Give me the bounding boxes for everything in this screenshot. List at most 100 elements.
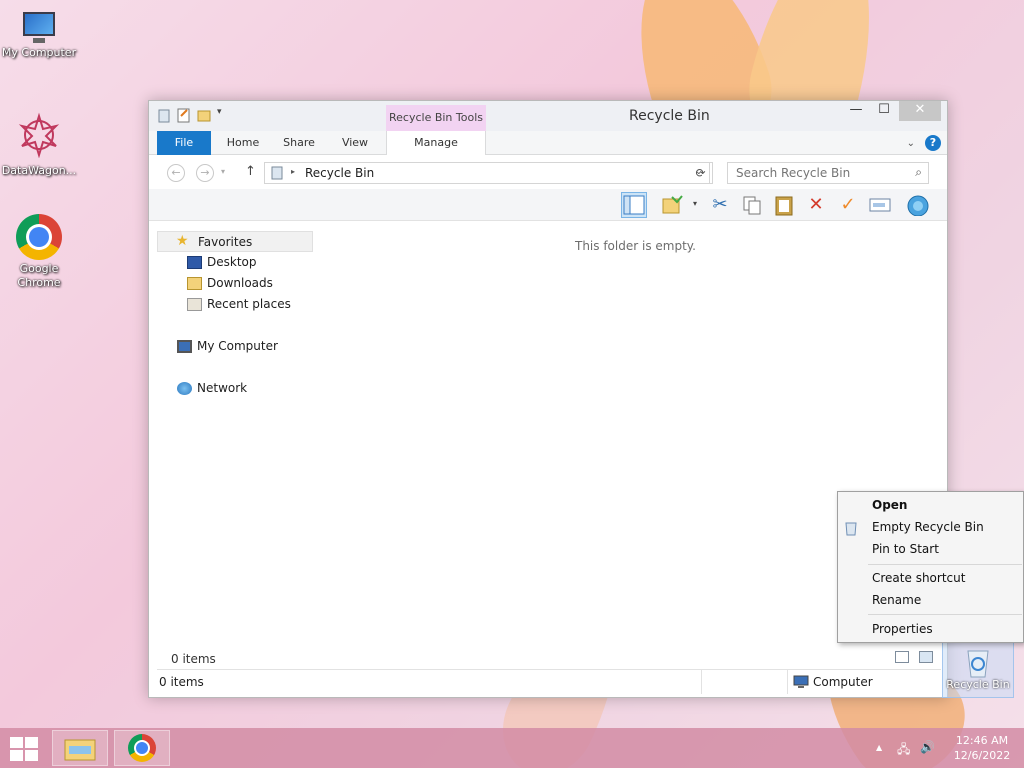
computer-icon — [177, 340, 192, 353]
title-bar[interactable]: ▾ Recycle Bin Tools Recycle Bin — ☐ ✕ — [149, 101, 947, 131]
cut-icon[interactable]: ✂ — [707, 192, 733, 218]
menu-item-properties[interactable]: Properties — [872, 622, 933, 636]
taskbar-file-explorer[interactable] — [52, 730, 108, 766]
expand-ribbon-icon[interactable]: ⌄ — [907, 138, 915, 149]
delete-icon[interactable]: ✕ — [803, 192, 829, 218]
tab-share[interactable]: Share — [275, 131, 323, 155]
back-button[interactable]: ← — [167, 164, 185, 182]
desktop-icon-label: Recycle Bin — [946, 678, 1010, 691]
chrome-icon — [128, 734, 156, 762]
context-menu: Open Empty Recycle Bin Pin to Start Crea… — [837, 491, 1024, 643]
menu-item-open[interactable]: Open — [872, 498, 907, 512]
network-tray-icon[interactable]: 🖧 — [897, 740, 910, 761]
recent-places-icon — [187, 298, 202, 311]
address-row: ← → ▾ ↑ ▸ Recycle Bin ⌄ ⟳ ⌕ — [149, 155, 947, 189]
recycle-bin-tools-group: Recycle Bin Tools — [386, 105, 486, 131]
help-icon[interactable]: ? — [925, 135, 941, 151]
computer-icon — [19, 10, 59, 44]
address-path: Recycle Bin — [305, 166, 375, 180]
desktop-icon-label: My Computer — [1, 46, 77, 59]
menu-separator — [868, 614, 1022, 615]
desktop-icon-my-computer[interactable]: My Computer — [0, 10, 78, 60]
folder-options-icon[interactable] — [659, 192, 685, 218]
start-button[interactable] — [10, 737, 38, 761]
desktop-icon-label: DataWagon... — [1, 164, 77, 177]
desktop-icon-datawagon[interactable]: DataWagon... — [0, 112, 78, 178]
volume-icon[interactable]: 🔊 — [920, 740, 935, 754]
nav-favorites[interactable]: ★ Favorites — [157, 231, 313, 252]
downloads-icon — [187, 277, 202, 290]
breadcrumb-chevron-icon: ▸ — [291, 167, 296, 176]
address-bar[interactable]: ▸ Recycle Bin ⌄ — [264, 162, 710, 184]
ribbon-tabs: File Home Share View Manage ⌄ ? — [149, 131, 947, 156]
desktop-icon-recycle-bin[interactable]: Recycle Bin — [942, 640, 1014, 698]
paste-icon[interactable] — [771, 192, 797, 218]
taskbar-google-chrome[interactable] — [114, 730, 170, 766]
preview-pane-icon[interactable] — [621, 192, 647, 218]
tab-manage[interactable]: Manage — [386, 131, 486, 156]
command-toolbar: ▾ ✂ ✕ ✓ — [149, 189, 947, 221]
datawagon-icon — [18, 112, 60, 159]
nav-desktop[interactable]: Desktop — [157, 252, 313, 273]
navigation-pane: ★ Favorites Desktop Downloads Recent pla… — [157, 231, 313, 399]
recent-locations-icon[interactable]: ▾ — [221, 167, 225, 176]
nav-label: Downloads — [207, 276, 273, 290]
quick-access-toolbar: ▾ — [157, 107, 231, 123]
tab-file[interactable]: File — [157, 131, 211, 155]
maximize-button[interactable]: ☐ — [871, 101, 897, 121]
status-item-count: 0 items — [159, 675, 204, 689]
search-box[interactable]: ⌕ — [727, 162, 929, 184]
nav-label: Recent places — [207, 297, 291, 311]
desktop-icon — [187, 256, 202, 269]
nav-label: Network — [197, 381, 248, 395]
nav-label: My Computer — [197, 339, 278, 353]
nav-label: Desktop — [207, 255, 257, 269]
system-clock[interactable]: 12:46 AM 12/6/2022 — [950, 733, 1014, 763]
status-bar: 0 items Computer — [157, 669, 941, 694]
recycle-bin-small-icon — [157, 107, 171, 123]
new-folder-icon[interactable] — [197, 107, 211, 123]
computer-icon — [793, 675, 809, 688]
window-title: Recycle Bin — [629, 108, 710, 124]
refresh-button[interactable]: ⟳ — [689, 162, 713, 184]
recycle-bin-icon — [967, 650, 989, 678]
nav-network[interactable]: Network — [157, 378, 313, 399]
star-icon: ★ — [176, 233, 189, 249]
menu-item-rename[interactable]: Rename — [872, 593, 921, 607]
menu-item-pin-to-start[interactable]: Pin to Start — [872, 542, 939, 556]
recycle-bin-small-icon — [845, 522, 857, 536]
rename-icon[interactable] — [867, 192, 893, 218]
tab-home[interactable]: Home — [219, 131, 267, 155]
empty-folder-message: This folder is empty. — [575, 239, 696, 253]
item-count: 0 items — [171, 652, 216, 666]
up-arrow-icon[interactable]: ↑ — [245, 164, 256, 179]
taskbar: ▲ 🖧 🔊 12:46 AM 12/6/2022 — [0, 728, 1024, 768]
menu-separator — [868, 564, 1022, 565]
recycle-bin-small-icon — [271, 166, 283, 180]
folder-options-dropdown-icon[interactable]: ▾ — [693, 199, 697, 208]
clock-date: 12/6/2022 — [953, 749, 1011, 762]
status-location: Computer — [813, 675, 873, 689]
desktop-icon-label: Google Chrome — [17, 262, 61, 289]
details-view-icon[interactable] — [895, 651, 909, 663]
search-input[interactable] — [728, 163, 898, 183]
menu-item-create-shortcut[interactable]: Create shortcut — [872, 571, 965, 585]
recycle-bin-properties-icon[interactable] — [905, 192, 931, 218]
nav-recent-places[interactable]: Recent places — [157, 294, 313, 315]
file-explorer-icon — [64, 739, 96, 761]
nav-my-computer[interactable]: My Computer — [157, 336, 313, 357]
properties-icon[interactable] — [177, 107, 191, 123]
copy-icon[interactable] — [739, 192, 765, 218]
menu-item-empty-recycle-bin[interactable]: Empty Recycle Bin — [872, 520, 984, 534]
forward-button[interactable]: → — [196, 164, 214, 182]
large-icons-view-icon[interactable] — [919, 651, 933, 663]
restore-icon[interactable]: ✓ — [835, 192, 861, 218]
show-hidden-icons[interactable]: ▲ — [876, 743, 882, 752]
close-button[interactable]: ✕ — [899, 101, 941, 121]
minimize-button[interactable]: — — [843, 101, 869, 121]
search-icon: ⌕ — [915, 165, 922, 179]
tab-view[interactable]: View — [331, 131, 379, 155]
nav-downloads[interactable]: Downloads — [157, 273, 313, 294]
customize-qat-icon[interactable]: ▾ — [217, 107, 231, 123]
desktop-icon-google-chrome[interactable]: Google Chrome — [0, 214, 78, 290]
